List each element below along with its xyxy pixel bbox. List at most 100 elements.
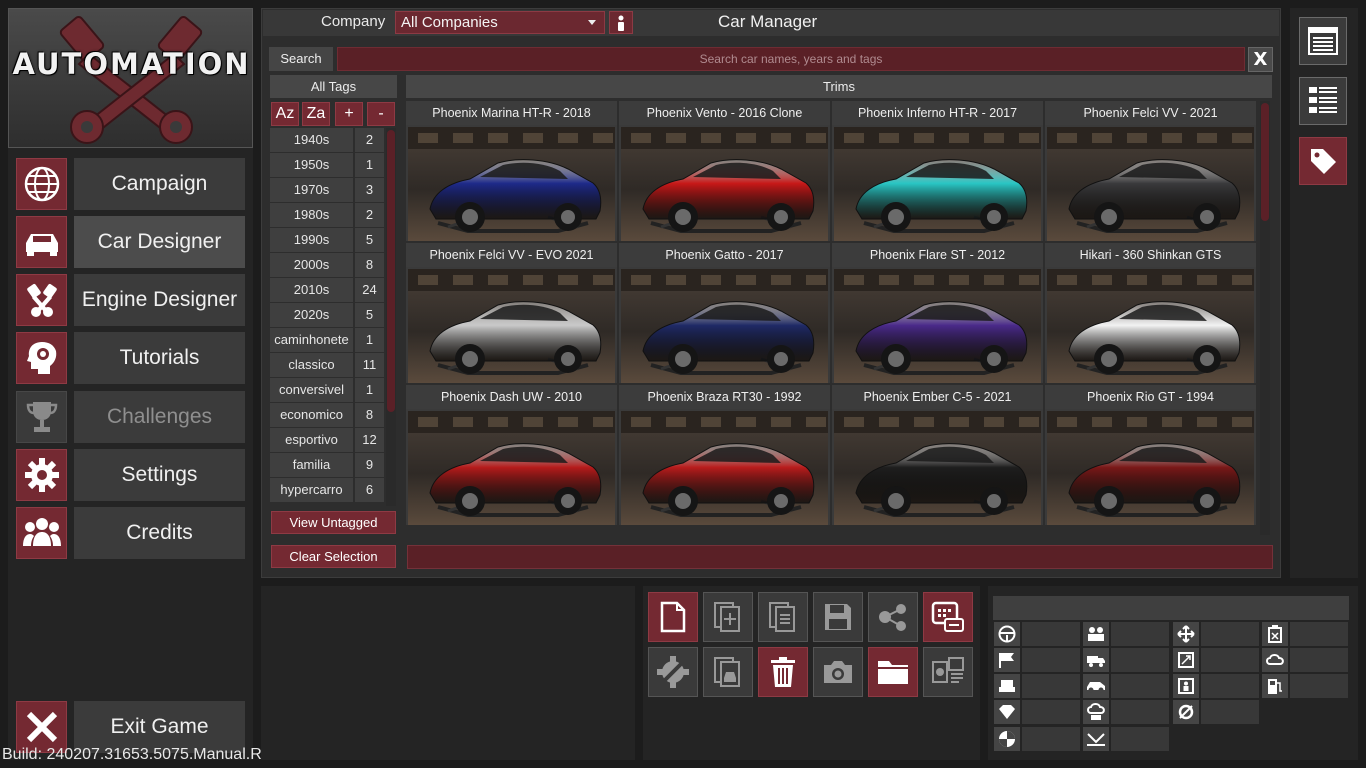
tag-row[interactable]: economico 8 xyxy=(270,403,384,427)
tag-count: 12 xyxy=(355,428,384,452)
tag-row[interactable]: 1940s 2 xyxy=(270,128,384,152)
list-view-button[interactable] xyxy=(1299,17,1347,65)
menu-item-campaign[interactable]: Campaign xyxy=(16,158,245,210)
export-button[interactable] xyxy=(923,647,973,697)
car-trim-card[interactable]: Phoenix Inferno HT-R - 2017 xyxy=(832,101,1043,241)
tag-count: 1 xyxy=(355,328,384,352)
search-input[interactable] xyxy=(337,47,1245,71)
tag-row[interactable]: 1970s 3 xyxy=(270,178,384,202)
truck-icon xyxy=(1083,648,1109,672)
tag-row[interactable]: 1990s 5 xyxy=(270,228,384,252)
credits-button[interactable]: Credits xyxy=(74,507,245,559)
detail-view-button[interactable] xyxy=(1299,77,1347,125)
campaign-button[interactable]: Campaign xyxy=(74,158,245,210)
tag-name: 1980s xyxy=(270,203,353,227)
stat-value xyxy=(1022,700,1080,724)
tag-row[interactable]: 2020s 5 xyxy=(270,303,384,327)
menu-item-credits[interactable]: Credits xyxy=(16,507,245,559)
tag-row[interactable]: 1980s 2 xyxy=(270,203,384,227)
share-button[interactable] xyxy=(868,592,918,642)
expand-tags-button[interactable]: + xyxy=(335,102,363,126)
trims-scroll-thumb[interactable] xyxy=(1261,103,1269,221)
car-trim-card[interactable]: Phoenix Marina HT-R - 2018 xyxy=(406,101,617,241)
tag-list: 1940s 2 1950s 1 1970s 3 1980s 2 1990s 5 2000s 8 2010… xyxy=(270,128,384,506)
car-trim-title: Phoenix Braza RT30 - 1992 xyxy=(619,385,830,409)
company-dropdown[interactable]: All Companies xyxy=(395,11,605,34)
tag-list-scroll-thumb[interactable] xyxy=(387,130,395,412)
tag-row[interactable]: classico 11 xyxy=(270,353,384,377)
sort-az-button[interactable]: Az xyxy=(271,102,299,126)
tag-count: 1 xyxy=(355,153,384,177)
car-trim-card[interactable]: Phoenix Felci VV - 2021 xyxy=(1045,101,1256,241)
copy-body-button[interactable] xyxy=(703,647,753,697)
tag-row[interactable]: 2000s 8 xyxy=(270,253,384,277)
car-trim-card[interactable]: Phoenix Rio GT - 1994 xyxy=(1045,385,1256,525)
trims-header: Trims xyxy=(406,75,1272,98)
tag-name: 1970s xyxy=(270,178,353,202)
car-trim-card[interactable]: Phoenix Flare ST - 2012 xyxy=(832,243,1043,383)
photo-button[interactable] xyxy=(813,647,863,697)
logo-text: AUTOMATION xyxy=(12,47,251,81)
settings-button[interactable]: Settings xyxy=(74,449,245,501)
stat-value xyxy=(1111,622,1169,646)
tag-row[interactable]: familia 9 xyxy=(270,453,384,477)
company-info-button[interactable] xyxy=(609,11,633,34)
car-trim-title: Phoenix Felci VV - EVO 2021 xyxy=(406,243,617,267)
engine-designer-button[interactable]: Engine Designer xyxy=(74,274,245,326)
open-folder-button[interactable] xyxy=(868,647,918,697)
all-tags-button[interactable]: All Tags xyxy=(270,75,397,98)
tag-count: 3 xyxy=(355,178,384,202)
tag-row[interactable]: 2010s 24 xyxy=(270,278,384,302)
folder-icon xyxy=(878,661,908,684)
menu-item-settings[interactable]: Settings xyxy=(16,449,245,501)
view-untagged-button[interactable]: View Untagged xyxy=(271,511,396,534)
car-trim-card[interactable]: Phoenix Felci VV - EVO 2021 xyxy=(406,243,617,383)
menu-item-car-designer[interactable]: Car Designer xyxy=(16,216,245,268)
stat-value xyxy=(1022,648,1080,672)
copy-trim-button[interactable] xyxy=(758,592,808,642)
trophy-icon xyxy=(16,391,67,443)
car-trim-card[interactable]: Phoenix Dash UW - 2010 xyxy=(406,385,617,525)
car-trim-card[interactable]: Phoenix Braza RT30 - 1992 xyxy=(619,385,830,525)
new-trim-button[interactable] xyxy=(703,592,753,642)
tag-name: economico xyxy=(270,403,353,427)
tag-row[interactable]: esportivo 12 xyxy=(270,428,384,452)
car-trim-card[interactable]: Phoenix Vento - 2016 Clone xyxy=(619,101,830,241)
tag-row[interactable]: hypercarro 6 xyxy=(270,478,384,502)
selection-status-bar xyxy=(407,545,1273,569)
trim-browser-button[interactable] xyxy=(923,592,973,642)
tune-car-button[interactable] xyxy=(648,647,698,697)
menu-item-tutorials[interactable]: Tutorials xyxy=(16,332,245,384)
car-trim-card[interactable]: Phoenix Ember C-5 - 2021 xyxy=(832,385,1043,525)
delete-button[interactable] xyxy=(758,647,808,697)
car-trim-title: Hikari - 360 Shinkan GTS xyxy=(1045,243,1256,267)
car-thumbnail xyxy=(621,127,828,241)
car-trim-card[interactable]: Hikari - 360 Shinkan GTS xyxy=(1045,243,1256,383)
tags-view-button[interactable] xyxy=(1299,137,1347,185)
clear-selection-button[interactable]: Clear Selection xyxy=(271,545,396,568)
car-trim-title: Phoenix Rio GT - 1994 xyxy=(1045,385,1256,409)
add-file-icon xyxy=(714,602,740,632)
menu-item-engine-designer[interactable]: Engine Designer xyxy=(16,274,245,326)
collapse-tags-button[interactable]: - xyxy=(367,102,395,126)
car-thumbnail xyxy=(408,269,615,383)
stat-value xyxy=(1201,674,1259,698)
car-designer-button[interactable]: Car Designer xyxy=(74,216,245,268)
new-car-button[interactable] xyxy=(648,592,698,642)
suspension-icon xyxy=(1083,727,1109,751)
tag-count: 1 xyxy=(355,378,384,402)
sort-za-button[interactable]: Za xyxy=(302,102,330,126)
tag-count: 5 xyxy=(355,303,384,327)
tutorials-button[interactable]: Tutorials xyxy=(74,332,245,384)
people-icon xyxy=(16,507,67,559)
car-trim-card[interactable]: Phoenix Gatto - 2017 xyxy=(619,243,830,383)
tag-row[interactable]: conversivel 1 xyxy=(270,378,384,402)
car-trim-title: Phoenix Flare ST - 2012 xyxy=(832,243,1043,267)
safety-person-icon xyxy=(1173,674,1199,698)
pie-chart-icon xyxy=(994,727,1020,751)
tag-row[interactable]: 1950s 1 xyxy=(270,153,384,177)
tag-row[interactable]: caminhonete 1 xyxy=(270,328,384,352)
search-clear-button[interactable]: X xyxy=(1248,47,1273,72)
stat-value xyxy=(1201,648,1259,672)
save-button[interactable] xyxy=(813,592,863,642)
